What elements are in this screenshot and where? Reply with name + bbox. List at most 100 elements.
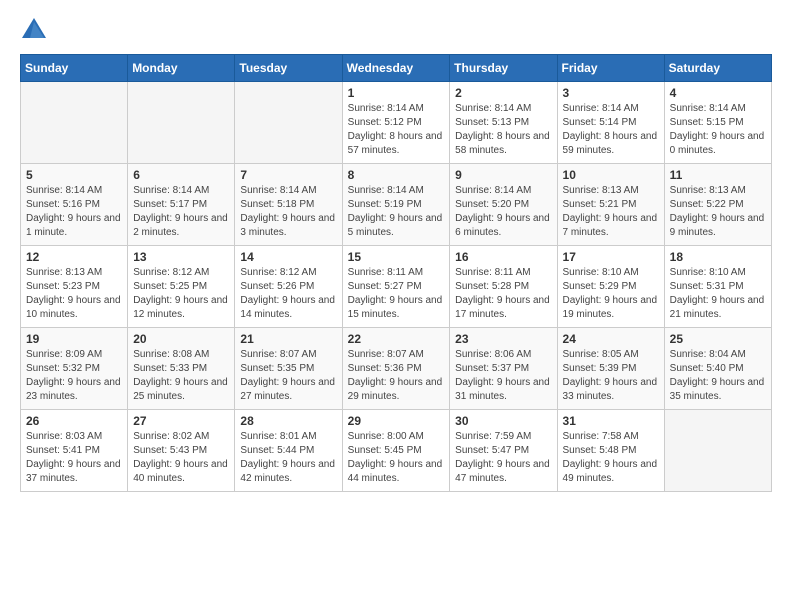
week-row-5: 26 Sunrise: 8:03 AM Sunset: 5:41 PM Dayli… bbox=[21, 410, 772, 492]
day-info: Sunrise: 8:03 AM Sunset: 5:41 PM Dayligh… bbox=[26, 430, 122, 486]
day-number: 8 bbox=[348, 168, 445, 182]
day-number: 1 bbox=[348, 86, 445, 100]
calendar-cell: 30Sunrise: 7:59 AM Sunset: 5:47 PM Dayli… bbox=[450, 410, 557, 492]
calendar-cell: 31 Sunrise: 7:58 AM Sunset: 5:48 PM Dayli… bbox=[557, 410, 664, 492]
col-header-wednesday: Wednesday bbox=[342, 55, 450, 82]
calendar-cell: 6Sunrise: 8:14 AM Sunset: 5:17 PM Daylig… bbox=[128, 164, 235, 246]
day-info: Sunrise: 8:14 AM Sunset: 5:16 PM Dayligh… bbox=[26, 184, 122, 240]
day-info: Sunrise: 8:11 AM Sunset: 5:28 PM Dayligh… bbox=[455, 266, 551, 322]
day-info: Sunrise: 7:58 AM Sunset: 5:48 PM Dayligh… bbox=[563, 430, 659, 486]
day-info: Sunrise: 8:14 AM Sunset: 5:15 PM Dayligh… bbox=[670, 102, 766, 158]
calendar-cell: 17 Sunrise: 8:10 AM Sunset: 5:29 PM Dayli… bbox=[557, 246, 664, 328]
calendar-cell: 8 Sunrise: 8:14 AM Sunset: 5:19 PM Daylig… bbox=[342, 164, 450, 246]
calendar-cell: 14 Sunrise: 8:12 AM Sunset: 5:26 PM Dayli… bbox=[235, 246, 342, 328]
day-number: 7 bbox=[240, 168, 336, 182]
day-number: 17 bbox=[563, 250, 659, 264]
day-info: Sunrise: 8:13 AM Sunset: 5:21 PM Dayligh… bbox=[563, 184, 659, 240]
calendar-cell: 9 Sunrise: 8:14 AM Sunset: 5:20 PM Daylig… bbox=[450, 164, 557, 246]
calendar-cell: 28 Sunrise: 8:01 AM Sunset: 5:44 PM Dayli… bbox=[235, 410, 342, 492]
day-info: Sunrise: 8:14 AM Sunset: 5:13 PM Dayligh… bbox=[455, 102, 551, 158]
calendar-cell: 4 Sunrise: 8:14 AM Sunset: 5:15 PM Daylig… bbox=[664, 82, 771, 164]
day-info: Sunrise: 8:14 AM Sunset: 5:17 PM Dayligh… bbox=[133, 184, 229, 240]
day-number: 30 bbox=[455, 414, 551, 428]
week-row-1: 1 Sunrise: 8:14 AM Sunset: 5:12 PM Daylig… bbox=[21, 82, 772, 164]
calendar-cell: 18 Sunrise: 8:10 AM Sunset: 5:31 PM Dayli… bbox=[664, 246, 771, 328]
day-number: 10 bbox=[563, 168, 659, 182]
calendar-cell: 20Sunrise: 8:08 AM Sunset: 5:33 PM Dayli… bbox=[128, 328, 235, 410]
logo bbox=[20, 16, 52, 44]
calendar-cell: 5 Sunrise: 8:14 AM Sunset: 5:16 PM Daylig… bbox=[21, 164, 128, 246]
calendar-cell bbox=[128, 82, 235, 164]
day-info: Sunrise: 8:14 AM Sunset: 5:12 PM Dayligh… bbox=[348, 102, 445, 158]
day-info: Sunrise: 8:12 AM Sunset: 5:25 PM Dayligh… bbox=[133, 266, 229, 322]
calendar-cell: 12Sunrise: 8:13 AM Sunset: 5:23 PM Dayli… bbox=[21, 246, 128, 328]
calendar-cell: 15 Sunrise: 8:11 AM Sunset: 5:27 PM Dayli… bbox=[342, 246, 450, 328]
day-info: Sunrise: 8:06 AM Sunset: 5:37 PM Dayligh… bbox=[455, 348, 551, 404]
calendar-cell: 29 Sunrise: 8:00 AM Sunset: 5:45 PM Dayli… bbox=[342, 410, 450, 492]
day-info: Sunrise: 8:13 AM Sunset: 5:22 PM Dayligh… bbox=[670, 184, 766, 240]
day-info: Sunrise: 8:12 AM Sunset: 5:26 PM Dayligh… bbox=[240, 266, 336, 322]
logo-icon bbox=[20, 16, 48, 44]
day-info: Sunrise: 8:11 AM Sunset: 5:27 PM Dayligh… bbox=[348, 266, 445, 322]
calendar-cell bbox=[235, 82, 342, 164]
day-number: 16 bbox=[455, 250, 551, 264]
day-info: Sunrise: 8:04 AM Sunset: 5:40 PM Dayligh… bbox=[670, 348, 766, 404]
col-header-friday: Friday bbox=[557, 55, 664, 82]
week-row-3: 12Sunrise: 8:13 AM Sunset: 5:23 PM Dayli… bbox=[21, 246, 772, 328]
day-info: Sunrise: 8:07 AM Sunset: 5:36 PM Dayligh… bbox=[348, 348, 445, 404]
calendar-cell: 16 Sunrise: 8:11 AM Sunset: 5:28 PM Dayli… bbox=[450, 246, 557, 328]
day-info: Sunrise: 8:01 AM Sunset: 5:44 PM Dayligh… bbox=[240, 430, 336, 486]
day-number: 15 bbox=[348, 250, 445, 264]
day-number: 19 bbox=[26, 332, 122, 346]
calendar-cell: 10 Sunrise: 8:13 AM Sunset: 5:21 PM Dayli… bbox=[557, 164, 664, 246]
day-number: 28 bbox=[240, 414, 336, 428]
calendar-header-row: SundayMondayTuesdayWednesdayThursdayFrid… bbox=[21, 55, 772, 82]
day-number: 4 bbox=[670, 86, 766, 100]
col-header-thursday: Thursday bbox=[450, 55, 557, 82]
day-info: Sunrise: 8:10 AM Sunset: 5:29 PM Dayligh… bbox=[563, 266, 659, 322]
day-number: 14 bbox=[240, 250, 336, 264]
calendar-cell: 25 Sunrise: 8:04 AM Sunset: 5:40 PM Dayli… bbox=[664, 328, 771, 410]
day-number: 2 bbox=[455, 86, 551, 100]
day-info: Sunrise: 8:10 AM Sunset: 5:31 PM Dayligh… bbox=[670, 266, 766, 322]
col-header-monday: Monday bbox=[128, 55, 235, 82]
day-number: 5 bbox=[26, 168, 122, 182]
week-row-2: 5 Sunrise: 8:14 AM Sunset: 5:16 PM Daylig… bbox=[21, 164, 772, 246]
page: SundayMondayTuesdayWednesdayThursdayFrid… bbox=[0, 0, 792, 508]
day-number: 24 bbox=[563, 332, 659, 346]
day-number: 29 bbox=[348, 414, 445, 428]
calendar-cell: 19 Sunrise: 8:09 AM Sunset: 5:32 PM Dayli… bbox=[21, 328, 128, 410]
day-info: Sunrise: 8:00 AM Sunset: 5:45 PM Dayligh… bbox=[348, 430, 445, 486]
day-number: 3 bbox=[563, 86, 659, 100]
day-number: 13 bbox=[133, 250, 229, 264]
day-info: Sunrise: 8:02 AM Sunset: 5:43 PM Dayligh… bbox=[133, 430, 229, 486]
week-row-4: 19 Sunrise: 8:09 AM Sunset: 5:32 PM Dayli… bbox=[21, 328, 772, 410]
day-number: 22 bbox=[348, 332, 445, 346]
day-number: 25 bbox=[670, 332, 766, 346]
calendar-cell: 23Sunrise: 8:06 AM Sunset: 5:37 PM Dayli… bbox=[450, 328, 557, 410]
calendar-cell: 7 Sunrise: 8:14 AM Sunset: 5:18 PM Daylig… bbox=[235, 164, 342, 246]
col-header-sunday: Sunday bbox=[21, 55, 128, 82]
day-number: 11 bbox=[670, 168, 766, 182]
day-number: 21 bbox=[240, 332, 336, 346]
calendar-cell: 22 Sunrise: 8:07 AM Sunset: 5:36 PM Dayli… bbox=[342, 328, 450, 410]
calendar-cell: 3 Sunrise: 8:14 AM Sunset: 5:14 PM Daylig… bbox=[557, 82, 664, 164]
day-info: Sunrise: 8:05 AM Sunset: 5:39 PM Dayligh… bbox=[563, 348, 659, 404]
day-info: Sunrise: 8:09 AM Sunset: 5:32 PM Dayligh… bbox=[26, 348, 122, 404]
day-number: 9 bbox=[455, 168, 551, 182]
calendar-cell: 21 Sunrise: 8:07 AM Sunset: 5:35 PM Dayli… bbox=[235, 328, 342, 410]
calendar-cell: 2 Sunrise: 8:14 AM Sunset: 5:13 PM Daylig… bbox=[450, 82, 557, 164]
day-number: 26 bbox=[26, 414, 122, 428]
day-info: Sunrise: 8:14 AM Sunset: 5:14 PM Dayligh… bbox=[563, 102, 659, 158]
day-number: 31 bbox=[563, 414, 659, 428]
day-info: Sunrise: 8:14 AM Sunset: 5:18 PM Dayligh… bbox=[240, 184, 336, 240]
day-info: Sunrise: 8:14 AM Sunset: 5:19 PM Dayligh… bbox=[348, 184, 445, 240]
day-number: 12 bbox=[26, 250, 122, 264]
day-info: Sunrise: 8:08 AM Sunset: 5:33 PM Dayligh… bbox=[133, 348, 229, 404]
day-number: 27 bbox=[133, 414, 229, 428]
col-header-tuesday: Tuesday bbox=[235, 55, 342, 82]
day-info: Sunrise: 8:14 AM Sunset: 5:20 PM Dayligh… bbox=[455, 184, 551, 240]
day-info: Sunrise: 8:07 AM Sunset: 5:35 PM Dayligh… bbox=[240, 348, 336, 404]
header bbox=[20, 16, 772, 44]
day-number: 18 bbox=[670, 250, 766, 264]
